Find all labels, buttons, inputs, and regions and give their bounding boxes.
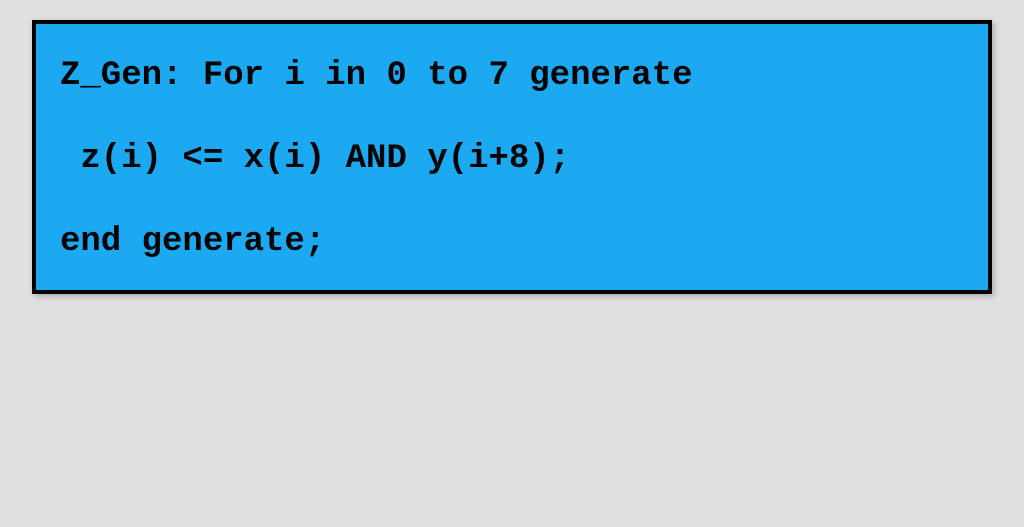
code-line-2: z(i) <= x(i) AND y(i+8);	[60, 139, 964, 180]
blank-line-2	[60, 180, 964, 222]
code-line-3: end generate;	[60, 222, 964, 263]
blank-line-1	[60, 97, 964, 139]
code-line-1: Z_Gen: For i in 0 to 7 generate	[60, 56, 964, 97]
code-box: Z_Gen: For i in 0 to 7 generate z(i) <= …	[32, 20, 992, 294]
